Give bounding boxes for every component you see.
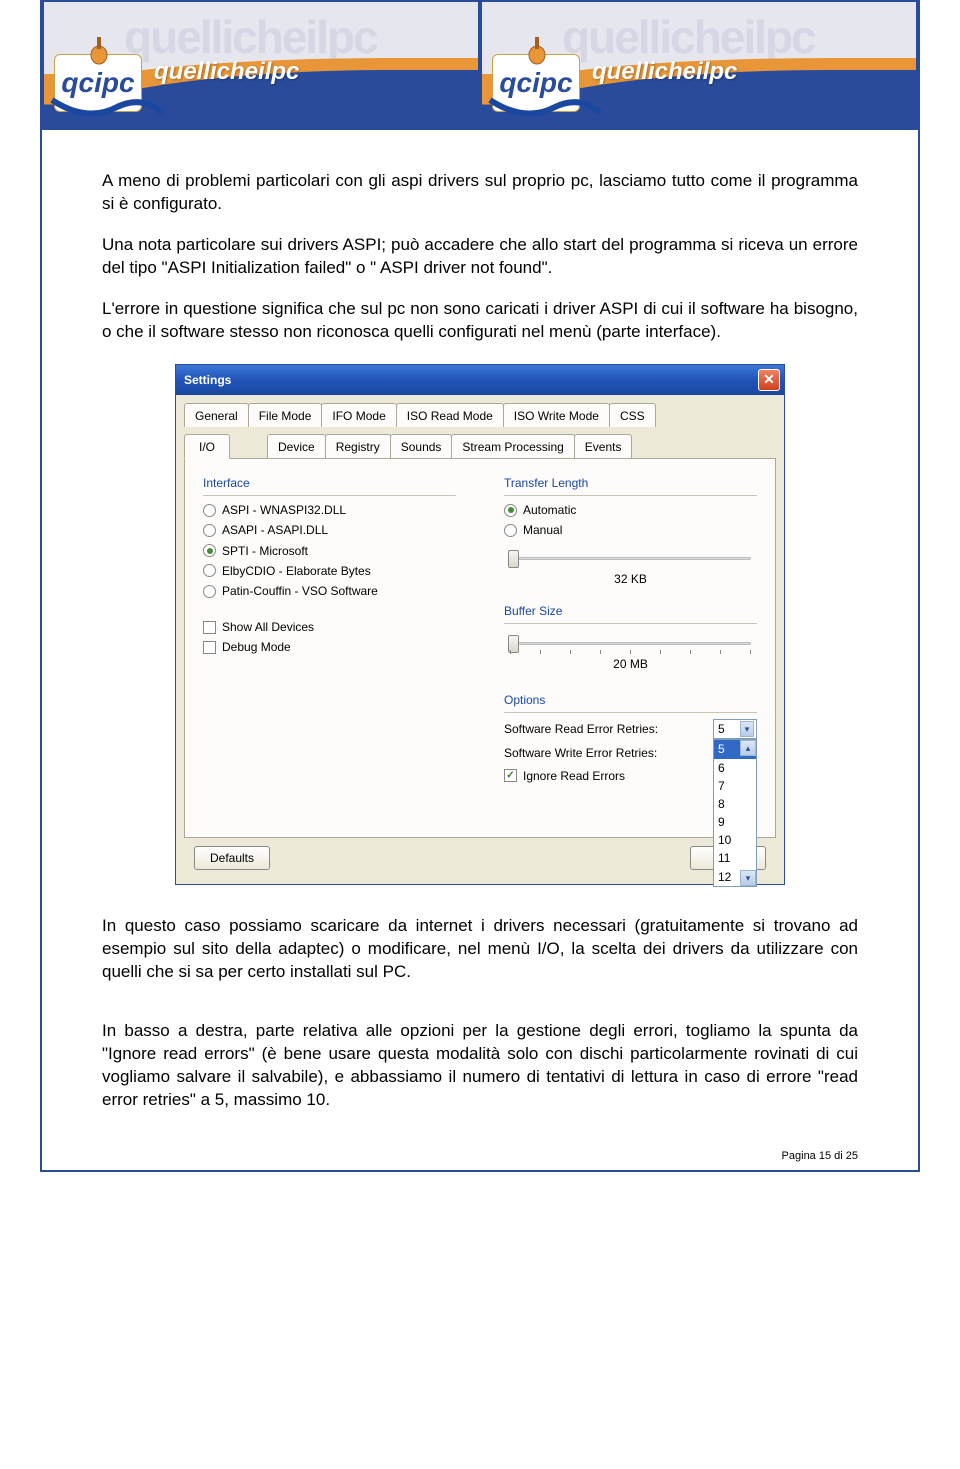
logo: qcipc: [492, 54, 580, 112]
close-button[interactable]: ✕: [758, 369, 780, 391]
buffer-title: Buffer Size: [504, 603, 757, 624]
radio-aspi[interactable]: ASPI - WNASPI32.DLL: [203, 502, 456, 518]
document-page: quellicheilpc qcipc quellicheilpc qu: [40, 0, 920, 1172]
dropdown-item[interactable]: 7: [714, 777, 756, 795]
radio-asapi[interactable]: ASAPI - ASAPI.DLL: [203, 522, 456, 538]
radio-icon: [203, 564, 216, 577]
tab-sounds[interactable]: Sounds: [390, 434, 453, 458]
check-show-all-devices[interactable]: Show All Devices: [203, 619, 456, 635]
read-retries-dropdown-list[interactable]: ▴ 5 6 7 8 9 10 11 12 ▾: [713, 739, 757, 887]
scroll-up-icon[interactable]: ▴: [740, 740, 756, 756]
logo-badge: qcipc: [492, 54, 580, 112]
slider-thumb-icon[interactable]: [508, 550, 519, 568]
interface-title: Interface: [203, 475, 456, 496]
banner-bg-text: quellicheilpc: [124, 10, 377, 64]
tab-general[interactable]: General: [184, 403, 249, 427]
paragraph-4: In questo caso possiamo scaricare da int…: [102, 915, 858, 984]
cable-icon: [47, 95, 167, 125]
transfer-slider[interactable]: 32 KB: [504, 547, 757, 587]
buffer-slider-label: 20 MB: [504, 656, 757, 672]
transfer-title: Transfer Length: [504, 475, 757, 496]
radio-patin-couffin[interactable]: Patin-Couffin - VSO Software: [203, 583, 456, 599]
dropdown-item[interactable]: 6: [714, 759, 756, 777]
titlebar[interactable]: Settings ✕: [176, 365, 784, 395]
read-retries-row: Software Read Error Retries: 5 ▾ ▴ 5 6 7…: [504, 719, 757, 739]
tab-iso-read-mode[interactable]: ISO Read Mode: [396, 403, 504, 427]
transfer-slider-label: 32 KB: [504, 571, 757, 587]
banner-word: quellicheilpc: [154, 58, 299, 86]
read-retries-value: 5: [718, 721, 725, 737]
mouse-icon: [87, 37, 111, 65]
checkbox-icon: [203, 641, 216, 654]
dialog-button-row: Defaults OK: [176, 846, 784, 884]
dropdown-item[interactable]: 9: [714, 813, 756, 831]
scroll-down-icon[interactable]: ▾: [740, 870, 756, 886]
radio-icon: [203, 524, 216, 537]
close-icon: ✕: [763, 370, 775, 389]
paragraph-2: Una nota particolare sui drivers ASPI; p…: [102, 234, 858, 280]
header-banner: quellicheilpc qcipc quellicheilpc qu: [42, 0, 918, 130]
tabs-row-1: General File Mode IFO Mode ISO Read Mode…: [176, 395, 784, 427]
radio-icon: [203, 585, 216, 598]
logo: qcipc: [54, 54, 142, 112]
tab-stream-processing[interactable]: Stream Processing: [451, 434, 574, 458]
tab-iso-write-mode[interactable]: ISO Write Mode: [503, 403, 610, 427]
read-retries-dropdown[interactable]: 5 ▾: [713, 719, 757, 739]
defaults-button[interactable]: Defaults: [194, 846, 270, 870]
page-footer: Pagina 15 di 25: [782, 1150, 858, 1162]
read-retries-label: Software Read Error Retries:: [504, 721, 658, 737]
banner-right: quellicheilpc qcipc quellicheilpc: [480, 0, 918, 130]
paragraph-1: A meno di problemi particolari con gli a…: [102, 170, 858, 216]
buffer-slider[interactable]: 20 MB: [504, 632, 757, 672]
check-debug-mode[interactable]: Debug Mode: [203, 639, 456, 655]
dropdown-item[interactable]: 8: [714, 795, 756, 813]
checkbox-icon: [203, 621, 216, 634]
write-retries-label: Software Write Error Retries:: [504, 745, 657, 761]
options-title: Options: [504, 692, 757, 713]
paragraph-5: In basso a destra, parte relativa alle o…: [102, 1020, 858, 1112]
paragraph-3: L'errore in questione significa che sul …: [102, 298, 858, 344]
dropdown-item[interactable]: 10: [714, 831, 756, 849]
logo-badge: qcipc: [54, 54, 142, 112]
mouse-icon: [525, 37, 549, 65]
tab-device[interactable]: Device: [267, 434, 326, 458]
tab-css[interactable]: CSS: [609, 403, 656, 427]
banner-word: quellicheilpc: [592, 58, 737, 86]
radio-icon: [203, 504, 216, 517]
cable-icon: [485, 95, 605, 125]
tab-panel: Interface ASPI - WNASPI32.DLL ASAPI - AS…: [184, 458, 776, 838]
window-title: Settings: [184, 372, 231, 388]
radio-elbycdio[interactable]: ElbyCDIO - Elaborate Bytes: [203, 563, 456, 579]
panel-right: Transfer Length Automatic Manual 32 KB B…: [504, 473, 757, 825]
radio-icon: [504, 524, 517, 537]
chevron-down-icon: ▾: [740, 721, 754, 737]
checkbox-icon: [504, 769, 517, 782]
radio-icon: [203, 544, 216, 557]
settings-screenshot: Settings ✕ General File Mode IFO Mode IS…: [102, 364, 858, 885]
panel-left: Interface ASPI - WNASPI32.DLL ASAPI - AS…: [203, 473, 456, 825]
tab-io[interactable]: I/O: [184, 434, 230, 459]
tab-events[interactable]: Events: [574, 434, 633, 458]
dropdown-item[interactable]: 11: [714, 849, 756, 867]
radio-icon: [504, 504, 517, 517]
banner-bg-text: quellicheilpc: [562, 10, 815, 64]
radio-manual[interactable]: Manual: [504, 522, 757, 538]
content-area: A meno di problemi particolari con gli a…: [42, 130, 918, 1140]
settings-window: Settings ✕ General File Mode IFO Mode IS…: [175, 364, 785, 885]
radio-automatic[interactable]: Automatic: [504, 502, 757, 518]
tabs-row-2: I/O Device Registry Sounds Stream Proces…: [176, 426, 784, 458]
banner-left: quellicheilpc qcipc quellicheilpc: [42, 0, 480, 130]
radio-spti[interactable]: SPTI - Microsoft: [203, 543, 456, 559]
tab-ifo-mode[interactable]: IFO Mode: [321, 403, 396, 427]
tab-file-mode[interactable]: File Mode: [248, 403, 323, 427]
tab-registry[interactable]: Registry: [325, 434, 391, 458]
